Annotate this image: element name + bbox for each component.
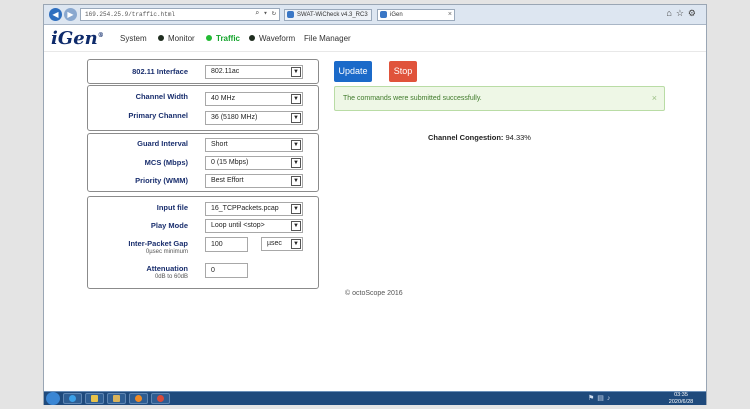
mcs-select[interactable]: 0 (15 Mbps) ▼ xyxy=(205,156,303,170)
taskbar-explorer[interactable] xyxy=(85,393,104,404)
interface-select[interactable]: 802.11ac ▼ xyxy=(205,65,303,79)
attenuation-hint: 0dB to 60dB xyxy=(154,274,188,280)
play-mode-label: Play Mode xyxy=(150,221,188,230)
chevron-down-icon: ▼ xyxy=(291,158,301,168)
chevron-down-icon: ▼ xyxy=(291,176,301,186)
inter-packet-gap-input[interactable]: 100 xyxy=(205,237,248,252)
taskbar-ie[interactable] xyxy=(63,393,82,404)
interface-label: 802.11 Interface xyxy=(132,67,188,76)
taskbar-media[interactable] xyxy=(129,393,148,404)
channel-width-label: Channel Width xyxy=(135,92,188,101)
primary-channel-label: Primary Channel xyxy=(128,111,188,120)
page-icon xyxy=(287,11,294,18)
status-dot-icon xyxy=(206,35,212,41)
inter-packet-gap-label: Inter-Packet Gap xyxy=(128,239,188,248)
close-icon[interactable]: × xyxy=(652,93,657,103)
page-icon xyxy=(380,11,387,18)
star-icon[interactable]: ☆ xyxy=(676,8,688,18)
chevron-down-icon: ▼ xyxy=(291,239,301,249)
chevron-down-icon: ▼ xyxy=(291,113,301,123)
arrow-left-icon: ◀ xyxy=(52,10,59,19)
browser-window: ◀ ▶ 169.254.25.9/traffic.html ⌕ ▾ ↻ SWAT… xyxy=(43,4,707,405)
taskbar-chrome[interactable] xyxy=(151,393,170,404)
copyright: © octoScope 2016 xyxy=(345,290,403,297)
inter-packet-gap-hint: 0µsec minimum xyxy=(145,249,188,255)
channel-panel: Channel Width 40 MHz ▼ Primary Channel 3… xyxy=(87,85,319,131)
taskbar-files[interactable] xyxy=(107,393,126,404)
network-icon[interactable]: ▤ xyxy=(597,395,607,402)
browser-tab-swat[interactable]: SWAT-WiCheck v4.3_RC3 xyxy=(284,9,372,21)
input-file-label: Input file xyxy=(156,203,188,212)
close-icon[interactable]: × xyxy=(448,10,452,20)
browser-tools: ⌂☆⚙ xyxy=(666,8,700,19)
interface-panel: 802.11 Interface 802.11ac ▼ xyxy=(87,59,319,84)
alert-message: The commands were submitted successfully… xyxy=(343,95,482,102)
nav-file-manager[interactable]: File Manager xyxy=(304,34,351,43)
tab-label: iGen xyxy=(390,12,403,18)
chevron-down-icon: ▼ xyxy=(291,221,301,231)
taskbar: ⚑▤♪ 03:35 2020/6/28 xyxy=(44,391,706,405)
primary-channel-select[interactable]: 36 (5180 MHz) ▼ xyxy=(205,111,303,125)
start-button[interactable] xyxy=(46,392,60,405)
clock-date: 2020/6/28 xyxy=(668,398,694,405)
congestion-value: 94.33% xyxy=(505,133,531,142)
chevron-down-icon: ▼ xyxy=(291,67,301,77)
browser-toolbar: ◀ ▶ 169.254.25.9/traffic.html ⌕ ▾ ↻ SWAT… xyxy=(44,5,706,25)
flag-icon[interactable]: ⚑ xyxy=(588,395,597,402)
status-dot-icon xyxy=(158,35,164,41)
forward-button[interactable]: ▶ xyxy=(64,8,77,21)
folder-icon xyxy=(91,395,98,402)
internet-explorer-icon xyxy=(69,395,76,402)
nav-waveform[interactable]: Waveform xyxy=(249,34,295,43)
address-bar[interactable]: 169.254.25.9/traffic.html ⌕ ▾ ↻ xyxy=(80,8,280,21)
congestion-label: Channel Congestion: xyxy=(428,133,504,142)
priority-label: Priority (WMM) xyxy=(135,176,188,185)
qos-panel: Guard Interval Short ▼ MCS (Mbps) 0 (15 … xyxy=(87,133,319,192)
home-icon[interactable]: ⌂ xyxy=(666,8,675,18)
traffic-panel: Input file 16_TCPPackets.pcap ▼ Play Mod… xyxy=(87,196,319,289)
tab-label: SWAT-WiCheck v4.3_RC3 xyxy=(297,12,368,18)
gap-unit-select[interactable]: µsec ▼ xyxy=(261,237,303,251)
success-alert: The commands were submitted successfully… xyxy=(334,86,665,111)
status-dot-icon xyxy=(249,35,255,41)
mcs-label: MCS (Mbps) xyxy=(144,158,188,167)
chevron-down-icon: ▼ xyxy=(291,94,301,104)
stop-button[interactable]: Stop xyxy=(389,61,417,82)
nav-monitor[interactable]: Monitor xyxy=(158,34,195,43)
input-file-select[interactable]: 16_TCPPackets.pcap ▼ xyxy=(205,202,303,216)
channel-width-select[interactable]: 40 MHz ▼ xyxy=(205,92,303,106)
priority-select[interactable]: Best Effort ▼ xyxy=(205,174,303,188)
nav-system[interactable]: System xyxy=(120,34,147,43)
files-icon xyxy=(113,395,120,402)
clock[interactable]: 03:35 2020/6/28 xyxy=(664,392,698,405)
search-refresh-icon[interactable]: ⌕ ▾ ↻ xyxy=(255,9,276,20)
chevron-down-icon: ▼ xyxy=(291,204,301,214)
url-text: 169.254.25.9/traffic.html xyxy=(85,11,176,18)
gear-icon[interactable]: ⚙ xyxy=(688,8,700,18)
arrow-right-icon: ▶ xyxy=(67,10,74,19)
back-button[interactable]: ◀ xyxy=(49,8,62,21)
guard-interval-label: Guard Interval xyxy=(137,139,188,148)
media-player-icon xyxy=(135,395,142,402)
nav-traffic[interactable]: Traffic xyxy=(206,34,240,43)
attenuation-input[interactable]: 0 xyxy=(205,263,248,278)
play-mode-select[interactable]: Loop until <stop> ▼ xyxy=(205,219,303,233)
app-header: iGen® System Monitor Traffic Waveform Fi… xyxy=(44,25,706,52)
volume-icon[interactable]: ♪ xyxy=(607,395,614,402)
channel-congestion: Channel Congestion: 94.33% xyxy=(428,133,531,142)
chrome-icon xyxy=(157,395,164,402)
guard-interval-select[interactable]: Short ▼ xyxy=(205,138,303,152)
browser-tab-igen[interactable]: iGen × xyxy=(377,9,455,21)
igen-logo: iGen® xyxy=(51,28,104,49)
system-tray: ⚑▤♪ xyxy=(588,394,613,402)
chevron-down-icon: ▼ xyxy=(291,140,301,150)
attenuation-label: Attenuation xyxy=(146,264,188,273)
update-button[interactable]: Update xyxy=(334,61,372,82)
